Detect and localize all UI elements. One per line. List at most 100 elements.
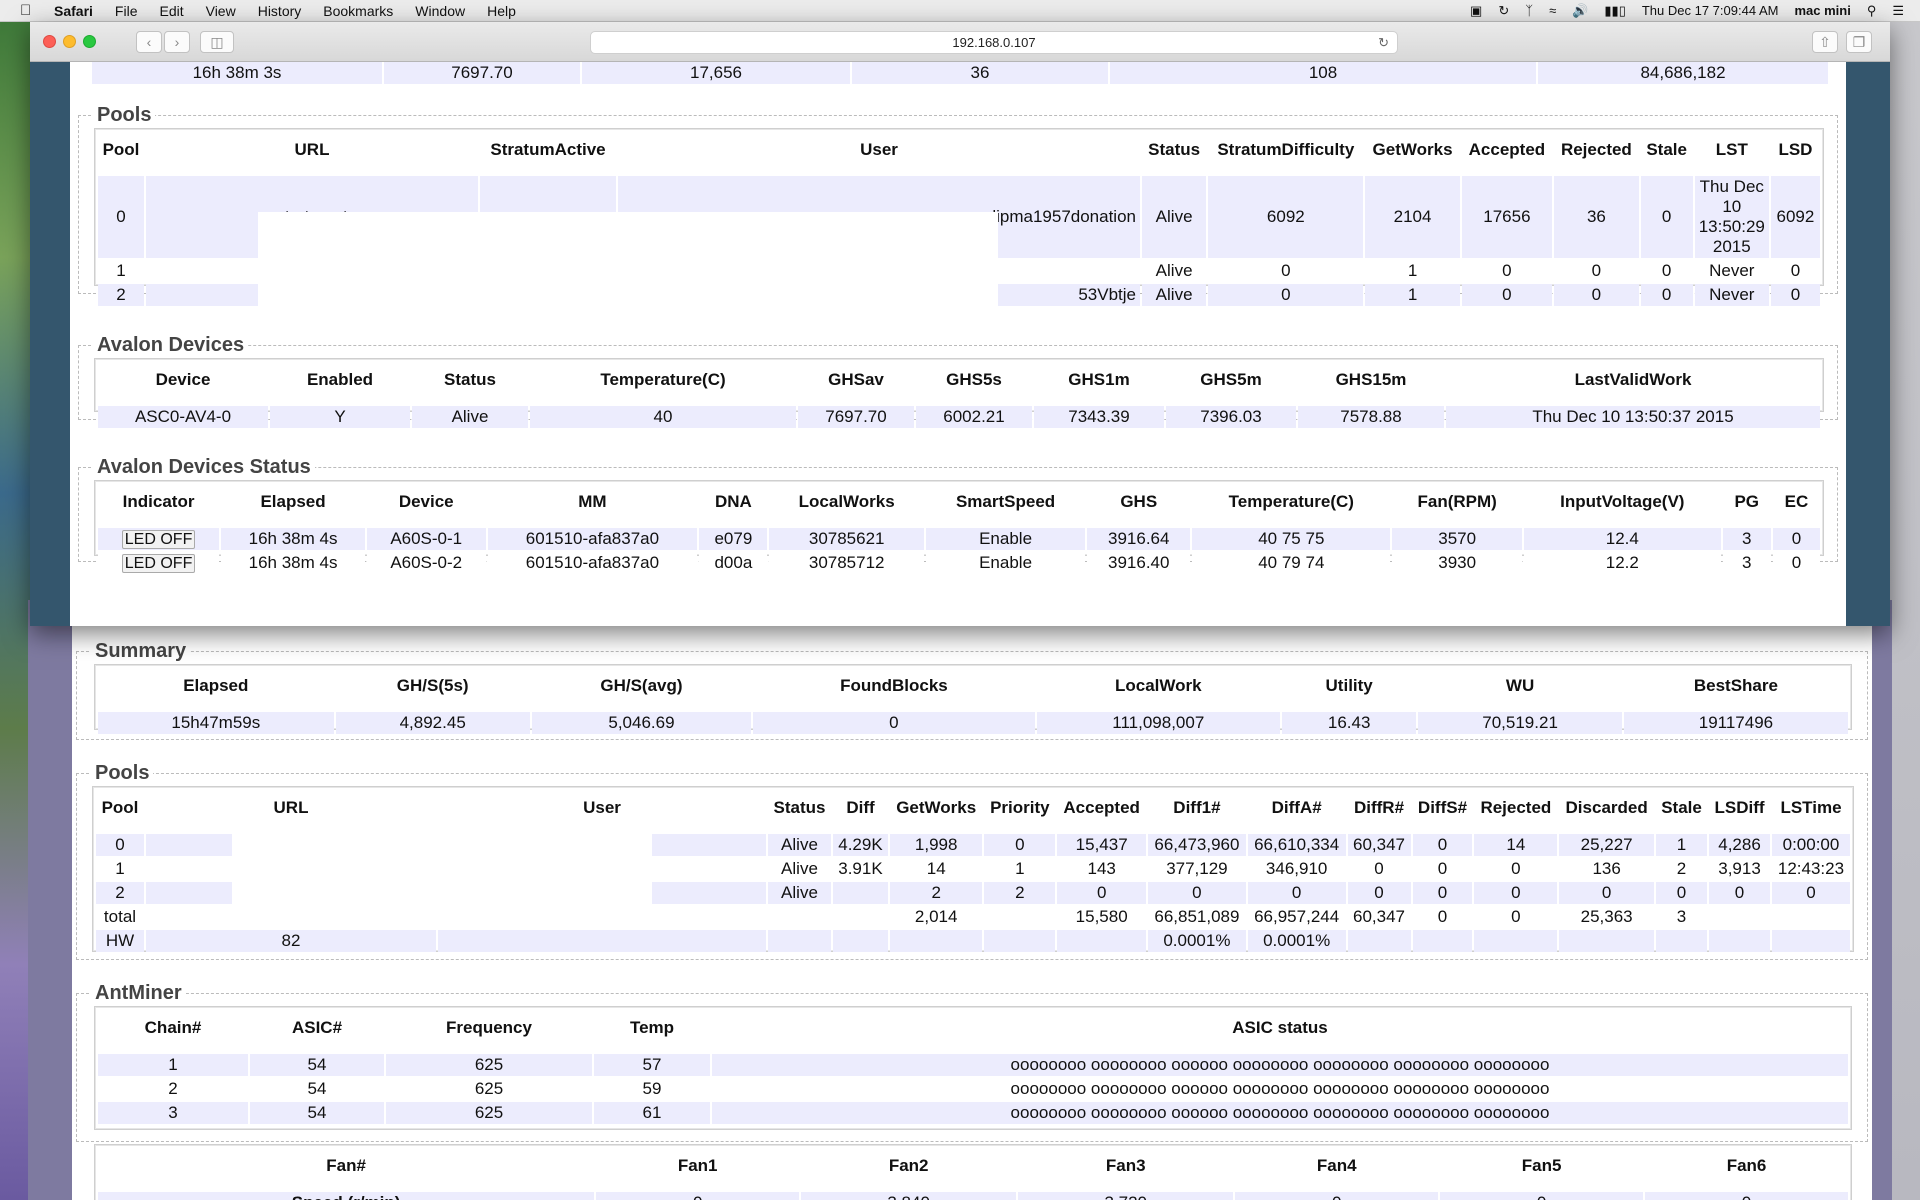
menu-app-name[interactable]: Safari [54, 3, 93, 19]
table-row: HW 82 0.0001% 0.0001% [96, 930, 1850, 952]
menu-view[interactable]: View [206, 3, 236, 19]
col-rejected: Rejected [1560, 140, 1632, 159]
share-icon[interactable]: ⇧ [1812, 31, 1838, 53]
col-rejected: Rejected [1480, 798, 1552, 817]
cell: 60,347 [1347, 834, 1411, 856]
time-machine-icon[interactable]: ↻ [1498, 3, 1509, 19]
cell: 136 [1559, 858, 1654, 880]
cell: 7396.03 [1166, 406, 1296, 428]
avalon-status-table: Indicator Elapsed Device MM DNA LocalWor… [96, 482, 1822, 576]
cell [1709, 930, 1770, 952]
back-icon[interactable]: ‹ [136, 31, 162, 53]
cell: 0 [1440, 1192, 1644, 1200]
spotlight-icon[interactable]: ⚲ [1867, 3, 1877, 19]
col-fan1: Fan1 [677, 1156, 718, 1175]
cell: 2 [984, 882, 1056, 904]
cell: 111,098,007 [1036, 712, 1280, 734]
cell: 4,286 [1709, 834, 1770, 856]
cell: 66,851,089 [1148, 906, 1246, 928]
led-toggle-button[interactable]: LED OFF [121, 530, 196, 549]
avalon-status-legend: Avalon Devices Status [97, 456, 311, 478]
cell: 30785621 [769, 528, 924, 550]
desktop-right-edge [1888, 22, 1920, 1200]
forward-icon[interactable]: › [164, 31, 190, 53]
col-priority: Priority [990, 798, 1050, 817]
notification-center-icon[interactable]: ☰ [1892, 3, 1904, 19]
col-ghs1m: GHS1m [1068, 370, 1130, 389]
cell: 1 [98, 260, 144, 282]
cell: 0 [1770, 284, 1820, 306]
cell: 30785712 [769, 552, 924, 574]
cell: Enable [925, 552, 1086, 574]
col-getworks: GetWorks [896, 798, 977, 817]
close-window-icon[interactable] [43, 35, 56, 48]
cell: 1 [98, 1054, 248, 1076]
col-fan-rpm: Fan(RPM) [1417, 492, 1497, 511]
menu-bookmarks[interactable]: Bookmarks [323, 3, 393, 19]
col-ghs: GHS [1120, 492, 1158, 511]
volume-icon[interactable]: 🔊 [1572, 3, 1588, 19]
minimize-window-icon[interactable] [63, 35, 76, 48]
cell: 7343.39 [1034, 406, 1164, 428]
battery-icon[interactable]: ▮▮▯ [1604, 3, 1625, 19]
menu-clock[interactable]: Thu Dec 17 7:09:44 AM [1642, 3, 1779, 18]
col-accepted: Accepted [1468, 140, 1546, 159]
col-bestshare: BestShare [1693, 676, 1778, 695]
cell: 1 [96, 858, 144, 880]
menu-history[interactable]: History [258, 3, 302, 19]
cell [832, 882, 888, 904]
col-temperature: Temperature(C) [600, 370, 726, 389]
back-pools-legend: Pools [95, 762, 150, 784]
col-pool: Pool [101, 798, 139, 817]
cell [1771, 930, 1850, 952]
status-app-icon[interactable]: ▣ [1470, 3, 1482, 19]
col-discarded: Discarded [1565, 798, 1648, 817]
menu-edit[interactable]: Edit [159, 3, 183, 19]
zoom-window-icon[interactable] [83, 35, 96, 48]
cell [1412, 930, 1473, 952]
cell [438, 930, 766, 952]
antminer-table: Chain# ASIC# Frequency Temp ASIC status … [96, 1008, 1850, 1126]
cell: 3930 [1392, 552, 1523, 574]
cell [1655, 930, 1708, 952]
cell: 0 [1208, 260, 1364, 282]
table-row: 15h47m59s 4,892.45 5,046.69 0 111,098,00… [98, 712, 1848, 734]
cell: 3 [98, 1102, 248, 1124]
reload-icon[interactable]: ↻ [1378, 32, 1389, 53]
col-stale: Stale [1661, 798, 1702, 817]
col-fan6: Fan6 [1726, 1156, 1767, 1175]
menu-file[interactable]: File [115, 3, 138, 19]
cell: 0 [1057, 882, 1147, 904]
col-ghs-avg: GH/S(avg) [600, 676, 683, 695]
col-asic-status: ASIC status [1232, 1018, 1328, 1037]
col-ghs-5s: GH/S(5s) [396, 676, 469, 695]
cell: 0 [1640, 260, 1693, 282]
wifi-icon[interactable]: ≈ [1549, 3, 1556, 18]
table-row: 2 54 625 59 oooooooo oooooooo oooooo ooooooo… [98, 1078, 1848, 1100]
sidebar-icon[interactable]: ◫ [200, 31, 234, 53]
menu-window[interactable]: Window [415, 3, 465, 19]
cell [832, 930, 888, 952]
cell: LED OFF [98, 528, 220, 550]
cell: 3570 [1392, 528, 1523, 550]
cell: Enable [925, 528, 1086, 550]
led-toggle-button[interactable]: LED OFF [121, 554, 196, 573]
bluetooth-icon[interactable]: ᛉ [1525, 3, 1533, 18]
cell: 601510-afa837a0 [487, 552, 698, 574]
cell: 2,014 [890, 906, 983, 928]
cell: 0 [1461, 260, 1553, 282]
table-row: 1 54 625 57 oooooooo oooooooo oooooo ooooooo… [98, 1054, 1848, 1076]
col-stratumdifficulty: StratumDifficulty [1217, 140, 1355, 159]
cell: 6092 [1770, 176, 1820, 258]
cell: 3 [1722, 552, 1771, 574]
address-bar[interactable]: 192.168.0.107 ↻ [590, 31, 1398, 54]
tabs-overview-icon[interactable]: ❐ [1846, 31, 1872, 53]
cell: 1 [1365, 284, 1460, 306]
cell: 82 [146, 930, 436, 952]
menu-user[interactable]: mac mini [1794, 3, 1850, 18]
menu-help[interactable]: Help [487, 3, 516, 19]
cell: A60S-0-2 [366, 552, 486, 574]
cell: 16h 38m 3s [92, 62, 382, 84]
table-row: ASC0-AV4-0 Y Alive 40 7697.70 6002.21 73… [98, 406, 1820, 428]
apple-icon[interactable]:  [20, 2, 40, 19]
